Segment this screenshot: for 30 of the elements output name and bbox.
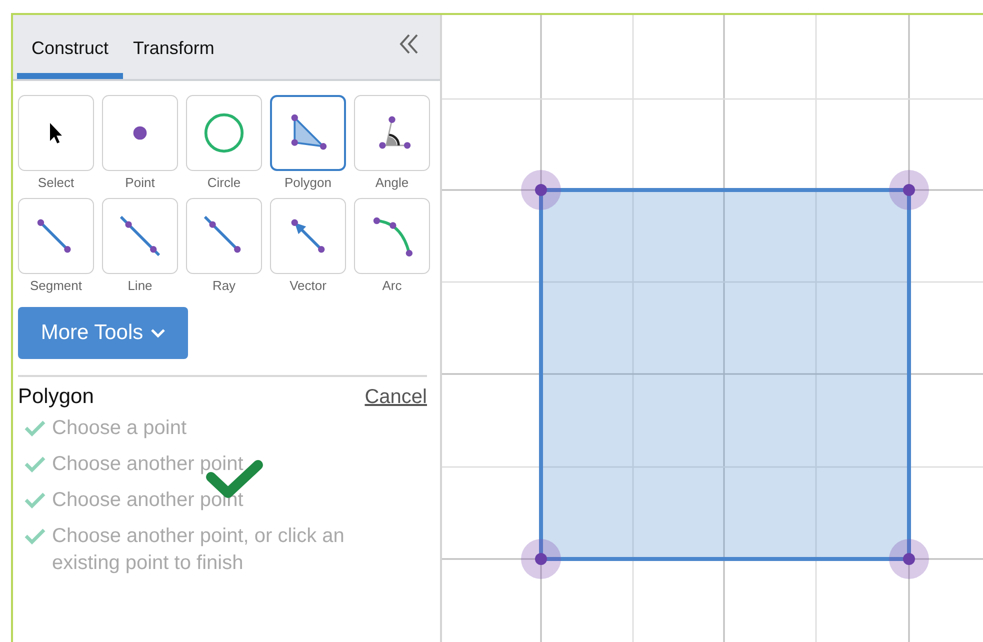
step-text: Choose another point, or click an existing point to finish [52,524,346,576]
tab[interactable]: Construct [17,15,123,79]
tool-label: Line [128,278,152,293]
tool-label: Ray [212,278,236,293]
chevron-down-icon [151,328,166,338]
line-tool-icon [119,215,161,257]
point-marker[interactable] [521,170,561,210]
instructions-title: Polygon [18,385,94,409]
tab[interactable]: Transform [125,15,222,79]
tool-label: Circle [207,175,241,190]
point-marker[interactable] [521,539,561,579]
tool-button[interactable] [270,95,346,171]
point-marker[interactable] [889,539,929,579]
tool-label: Polygon [284,175,332,190]
tool-label: Vector [290,278,326,293]
tool-label: Select [38,175,74,190]
cursor-arrow-icon [50,122,62,144]
step-text: Choose another point [52,452,244,477]
circle-tool-icon [203,112,245,154]
tool-label: Angle [375,175,409,190]
tool-label: Segment [30,278,82,293]
arc-tool-icon [371,215,413,257]
tool-label: Point [125,175,155,190]
point-marker[interactable] [889,170,929,210]
tool-label: Arc [382,278,402,293]
more-tools-button[interactable]: More Tools [18,307,188,359]
step-text: Choose another point [52,488,244,513]
step-text: Choose a point [52,416,188,441]
collapse-icon[interactable] [398,33,420,55]
cancel-link[interactable]: Cancel [364,386,427,408]
